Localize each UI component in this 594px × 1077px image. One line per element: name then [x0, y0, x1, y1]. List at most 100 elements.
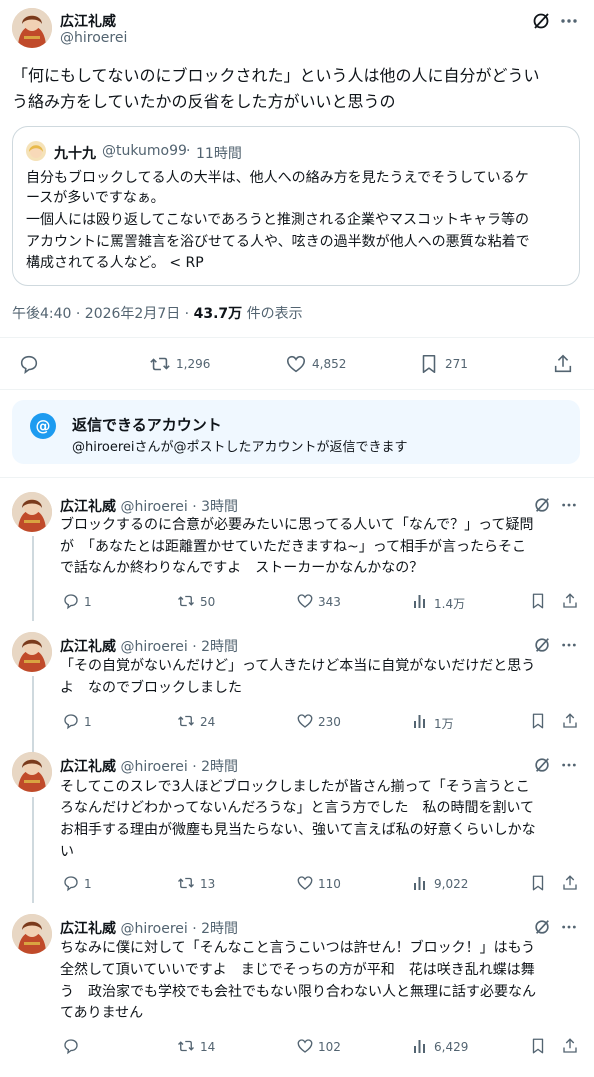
reply-button[interactable] — [17, 352, 41, 376]
quote-author-handle: @tukumo99 — [102, 143, 187, 159]
bookmark-button[interactable] — [528, 591, 548, 611]
share-button[interactable] — [560, 711, 580, 731]
reply-button[interactable] — [61, 873, 81, 893]
reply-author-name[interactable]: 広江礼威 — [60, 759, 116, 775]
views-count: 1万 — [434, 717, 454, 731]
views-icon[interactable] — [411, 873, 431, 893]
reply-author-handle[interactable]: @hiroerei — [120, 759, 187, 775]
reply-time[interactable]: · 2時間 — [192, 921, 238, 937]
reply-author-handle[interactable]: @hiroerei — [120, 921, 187, 937]
reply-text-line: で話なんか終わりなんですよ ストーカーかなんかなの？ — [60, 560, 424, 576]
bookmark-button[interactable] — [417, 352, 441, 376]
bookmark-button[interactable] — [528, 711, 548, 731]
divider — [0, 337, 594, 338]
at-mention-icon: @ — [30, 413, 56, 439]
reply-count: 1 — [84, 877, 92, 891]
reply-text-line: 「その自覚がないんだけど」って人きたけど本当に自覚がないだけだと思う — [60, 658, 536, 674]
like-count: 230 — [318, 715, 341, 729]
share-button[interactable] — [551, 352, 575, 376]
reply-avatar[interactable] — [12, 492, 52, 532]
grok-icon[interactable] — [531, 916, 553, 938]
views-count: 43.7万 — [193, 306, 243, 322]
reply-time[interactable]: · 2時間 — [192, 639, 238, 655]
author-handle[interactable]: @hiroerei — [60, 30, 127, 46]
quote-text-line: 一個人には殴り返してこないであろうと推測される企業やマスコットキャラ等の — [26, 212, 530, 228]
share-button[interactable] — [560, 1036, 580, 1056]
views-icon[interactable] — [411, 1036, 431, 1056]
quote-time: 11時間 — [196, 146, 242, 162]
reply-text-line: ろなんだけどわかってないんだろうな」と言う方でした 私の時間を割いて — [60, 800, 535, 816]
more-options-icon[interactable] — [558, 494, 580, 516]
reply-author-handle[interactable]: @hiroerei — [120, 639, 187, 655]
more-options-icon[interactable] — [558, 754, 580, 776]
reply-text-line: 全然して頂いていいですよ まじでそっちの方が平和 花は咲き乱れ蝶は舞 — [60, 962, 535, 978]
grok-icon[interactable] — [531, 754, 553, 776]
post-text-line-1: 「何にもしてないのにブロックされた」という人は他の人に自分がどうい — [12, 66, 540, 85]
like-count: 343 — [318, 595, 341, 609]
retweet-button[interactable] — [176, 873, 196, 893]
retweet-button[interactable] — [176, 591, 196, 611]
like-button[interactable] — [295, 873, 315, 893]
reply-time[interactable]: · 3時間 — [192, 499, 238, 515]
reply-text-line: そしてこのスレで3人ほどブロックしましたが皆さん揃って「そう言うとこ — [60, 779, 530, 795]
reply-button[interactable] — [61, 711, 81, 731]
quote-author-avatar — [26, 141, 46, 161]
reply-avatar[interactable] — [12, 914, 52, 954]
thread-line — [32, 676, 34, 762]
reply-header: 広江礼威 @hiroerei · 2時間 — [60, 756, 238, 776]
quote-text-line: 自分もブロックしてる人の大半は、他人への絡み方を見たうえでそうしているケ — [26, 170, 529, 186]
author-avatar[interactable] — [12, 8, 52, 48]
reply-avatar[interactable] — [12, 632, 52, 672]
views-icon[interactable] — [411, 591, 431, 611]
quote-author-name: 九十九 — [54, 146, 96, 162]
like-button[interactable] — [295, 1036, 315, 1056]
reply-author-name[interactable]: 広江礼威 — [60, 499, 116, 515]
grok-icon[interactable] — [530, 10, 552, 32]
retweet-count: 50 — [200, 595, 216, 609]
retweet-button[interactable] — [176, 711, 196, 731]
retweet-button[interactable] — [176, 1036, 196, 1056]
reply-time[interactable]: · 2時間 — [192, 759, 238, 775]
author-name[interactable]: 広江礼威 — [60, 11, 116, 31]
bookmark-button[interactable] — [528, 1036, 548, 1056]
thread-line — [32, 536, 34, 621]
reply-text-line: よ なのでブロックしました — [60, 680, 242, 696]
views-count: 9,022 — [434, 877, 469, 891]
quote-text-line: ースが多いですなぁ。 — [26, 190, 165, 206]
more-options-icon[interactable] — [558, 634, 580, 656]
bookmark-button[interactable] — [528, 873, 548, 893]
retweet-button[interactable] — [148, 352, 172, 376]
post-timestamp[interactable]: 午後4:40 · 2026年2月7日 · — [12, 306, 194, 322]
reply-author-name[interactable]: 広江礼威 — [60, 639, 116, 655]
reply-author-name[interactable]: 広江礼威 — [60, 921, 116, 937]
like-count: 110 — [318, 877, 341, 891]
like-button[interactable] — [295, 711, 315, 731]
reply-avatar[interactable] — [12, 752, 52, 792]
grok-icon[interactable] — [531, 634, 553, 656]
like-button[interactable] — [284, 352, 308, 376]
reply-button[interactable] — [61, 1036, 81, 1056]
reply-text-line: が 「あなたとは距離置かせていただきますね~」って相手が言ったらそこ — [60, 539, 527, 555]
quote-text-line: 構成されてる人など。 < RP — [26, 255, 204, 271]
views-count: 6,429 — [434, 1040, 469, 1054]
bookmark-count: 271 — [445, 357, 468, 371]
views-icon[interactable] — [411, 711, 431, 731]
views-count: 1.4万 — [434, 597, 466, 611]
retweet-count: 14 — [200, 1040, 216, 1054]
thread-line — [32, 797, 34, 903]
more-options-icon[interactable] — [558, 10, 580, 32]
like-button[interactable] — [295, 591, 315, 611]
retweet-count: 13 — [200, 877, 216, 891]
reply-text-line: お相手する理由が微塵も見当たらない、強いて言えば私の好意くらいしかな — [60, 822, 536, 838]
post-meta: 午後4:40 · 2026年2月7日 · 43.7万 件の表示 — [12, 303, 303, 323]
reply-text-line: う 政治家でも学校でも会社でもない限り合わない人と無理に話す必要なん — [60, 984, 536, 1000]
reply-count: 1 — [84, 715, 92, 729]
share-button[interactable] — [560, 873, 580, 893]
reply-header: 広江礼威 @hiroerei · 2時間 — [60, 636, 238, 656]
reply-text-line: ブロックするのに合意が必要みたいに思ってる人いて「なんで？」って疑問 — [60, 517, 534, 533]
more-options-icon[interactable] — [558, 916, 580, 938]
reply-button[interactable] — [61, 591, 81, 611]
share-button[interactable] — [560, 591, 580, 611]
grok-icon[interactable] — [531, 494, 553, 516]
reply-author-handle[interactable]: @hiroerei — [120, 499, 187, 515]
